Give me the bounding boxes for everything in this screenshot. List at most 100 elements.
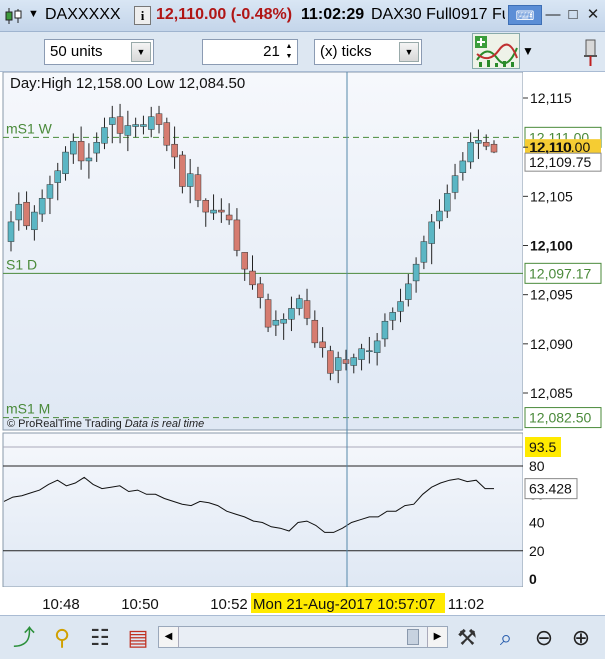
price-tick-label: 12,110 xyxy=(530,139,572,155)
level-price-label: 12,082.50 xyxy=(529,410,591,426)
candle-body xyxy=(109,117,116,125)
candle-body xyxy=(7,221,15,242)
candle-body xyxy=(420,241,428,263)
candle-body xyxy=(202,200,210,213)
indicator-menu-button[interactable] xyxy=(472,33,520,69)
candle-body xyxy=(38,198,46,215)
candle-body xyxy=(288,308,295,320)
ticks-input[interactable]: 21 ▲ ▼ xyxy=(202,39,298,65)
oscillator-tick-label: 20 xyxy=(529,543,545,559)
ticks-value: 21 xyxy=(263,43,280,60)
candle-body xyxy=(412,263,420,282)
candle-body xyxy=(186,173,194,187)
keyboard-icon[interactable]: ⌨ xyxy=(508,5,542,25)
candle-body xyxy=(23,201,30,227)
order-book-icon[interactable]: ▤ xyxy=(124,624,152,652)
zoom-in-icon[interactable]: ⊕ xyxy=(567,624,595,652)
candle-body xyxy=(272,319,280,326)
candle-body xyxy=(303,300,311,319)
time-tick-label: 10:52 xyxy=(210,596,248,613)
spinner-icon[interactable]: ▲ ▼ xyxy=(284,42,294,62)
oscillator-panel[interactable] xyxy=(2,432,524,588)
symbol-label[interactable]: DAXXXXX xyxy=(45,6,121,24)
ticks-type-select[interactable]: (x) ticks ▼ xyxy=(314,39,422,65)
minimize-button[interactable]: — xyxy=(542,5,564,25)
candle-body xyxy=(70,141,77,155)
candle-body xyxy=(405,283,412,300)
candle-body xyxy=(342,359,350,364)
candle-body xyxy=(350,357,358,366)
candle-body xyxy=(101,127,108,144)
pin-icon[interactable] xyxy=(580,36,602,70)
scrollbar[interactable]: ◀ ▶ xyxy=(158,626,448,648)
candle-body xyxy=(358,348,365,360)
candle-body xyxy=(381,320,389,340)
candle-body xyxy=(140,124,147,127)
cursor-price-label: 12,109.75 xyxy=(529,154,591,170)
price-chart[interactable]: mS1 W12,111.00S1 D12,097.17mS1 M12,082.5… xyxy=(0,72,605,615)
price-tick-label: 12,105 xyxy=(530,188,573,204)
candle-body xyxy=(311,319,319,344)
candle-body xyxy=(155,113,163,125)
oscillator-tick-label: 0 xyxy=(529,571,537,587)
chart-toolbar: 50 units ▼ 21 ▲ ▼ (x) ticks ▼ ▼ xyxy=(0,32,605,72)
scroll-left-arrow[interactable]: ◀ xyxy=(159,627,179,647)
oscillator-top-label: 93.5 xyxy=(529,439,556,455)
indicator-dropdown-icon[interactable]: ▼ xyxy=(522,44,534,58)
zoom-reset-icon[interactable]: ⌕ xyxy=(492,624,520,652)
close-button[interactable]: ✕ xyxy=(582,5,604,25)
candle-body xyxy=(194,174,202,201)
add-indicator-icon[interactable]: ⤴ xyxy=(10,624,38,652)
level-name: mS1 W xyxy=(6,120,53,136)
scroll-thumb[interactable] xyxy=(407,629,419,645)
chevron-down-icon[interactable]: ▼ xyxy=(399,42,419,62)
candlestick-icon xyxy=(4,7,24,25)
chart-tools-icon[interactable]: ⚒ xyxy=(453,624,481,652)
candle-body xyxy=(459,160,467,173)
candle-body xyxy=(397,301,404,312)
candle-body xyxy=(93,142,100,154)
candle-body xyxy=(428,221,435,244)
oscillator-tick-label: 80 xyxy=(529,458,545,474)
price-tick-label: 12,090 xyxy=(530,336,573,352)
day-high-low-label: Day:High 12,158.00 Low 12,084.50 xyxy=(10,75,245,92)
chevron-down-icon[interactable]: ▼ xyxy=(131,42,151,62)
candle-body xyxy=(124,125,132,136)
scroll-right-arrow[interactable]: ▶ xyxy=(427,627,447,647)
candle-body xyxy=(218,209,225,213)
price-tick-label: 12,100 xyxy=(530,238,573,254)
units-select[interactable]: 50 units ▼ xyxy=(44,39,154,65)
level-name: S1 D xyxy=(6,256,37,272)
info-icon[interactable]: i xyxy=(134,6,151,25)
instrument-name: DAX30 Full0917 Fu xyxy=(371,6,505,23)
candle-body xyxy=(241,252,248,270)
candle-body xyxy=(451,175,459,193)
attach-icon[interactable]: ⚲ xyxy=(48,624,76,652)
candle-body xyxy=(54,170,61,183)
candle-body xyxy=(210,209,217,214)
candle-body xyxy=(319,341,326,349)
list-icon[interactable]: ☷ xyxy=(86,624,114,652)
zoom-out-icon[interactable]: ⊖ xyxy=(530,624,558,652)
candle-body xyxy=(171,143,178,158)
symbol-dropdown-icon[interactable]: ▼ xyxy=(28,8,39,20)
candle-body xyxy=(163,122,171,146)
maximize-button[interactable]: □ xyxy=(562,5,584,25)
price-tick-label: 12,095 xyxy=(530,287,573,303)
title-bar: ▼ DAXXXXX i 12,110.00 (-0.48%) 11:02:29 … xyxy=(0,0,605,32)
candle-body xyxy=(179,154,186,187)
candle-body xyxy=(295,298,303,309)
candle-body xyxy=(280,319,287,324)
candle-body xyxy=(490,143,498,153)
bottom-toolbar: ⤴ ⚲ ☷ ▤ ◀ ▶ ⚒ ⌕ ⊖ ⊕ xyxy=(0,615,605,659)
price-tick-label: 12,085 xyxy=(530,385,573,401)
candle-body xyxy=(116,116,124,134)
oscillator-value-label: 63.428 xyxy=(529,481,572,497)
candle-body xyxy=(366,350,373,352)
candle-body xyxy=(436,210,443,222)
price-panel[interactable] xyxy=(2,72,524,431)
add-indicator-icon xyxy=(475,36,518,67)
time-tick-label: 10:48 xyxy=(42,596,80,613)
candle-body xyxy=(132,124,139,127)
candle-body xyxy=(389,312,396,321)
